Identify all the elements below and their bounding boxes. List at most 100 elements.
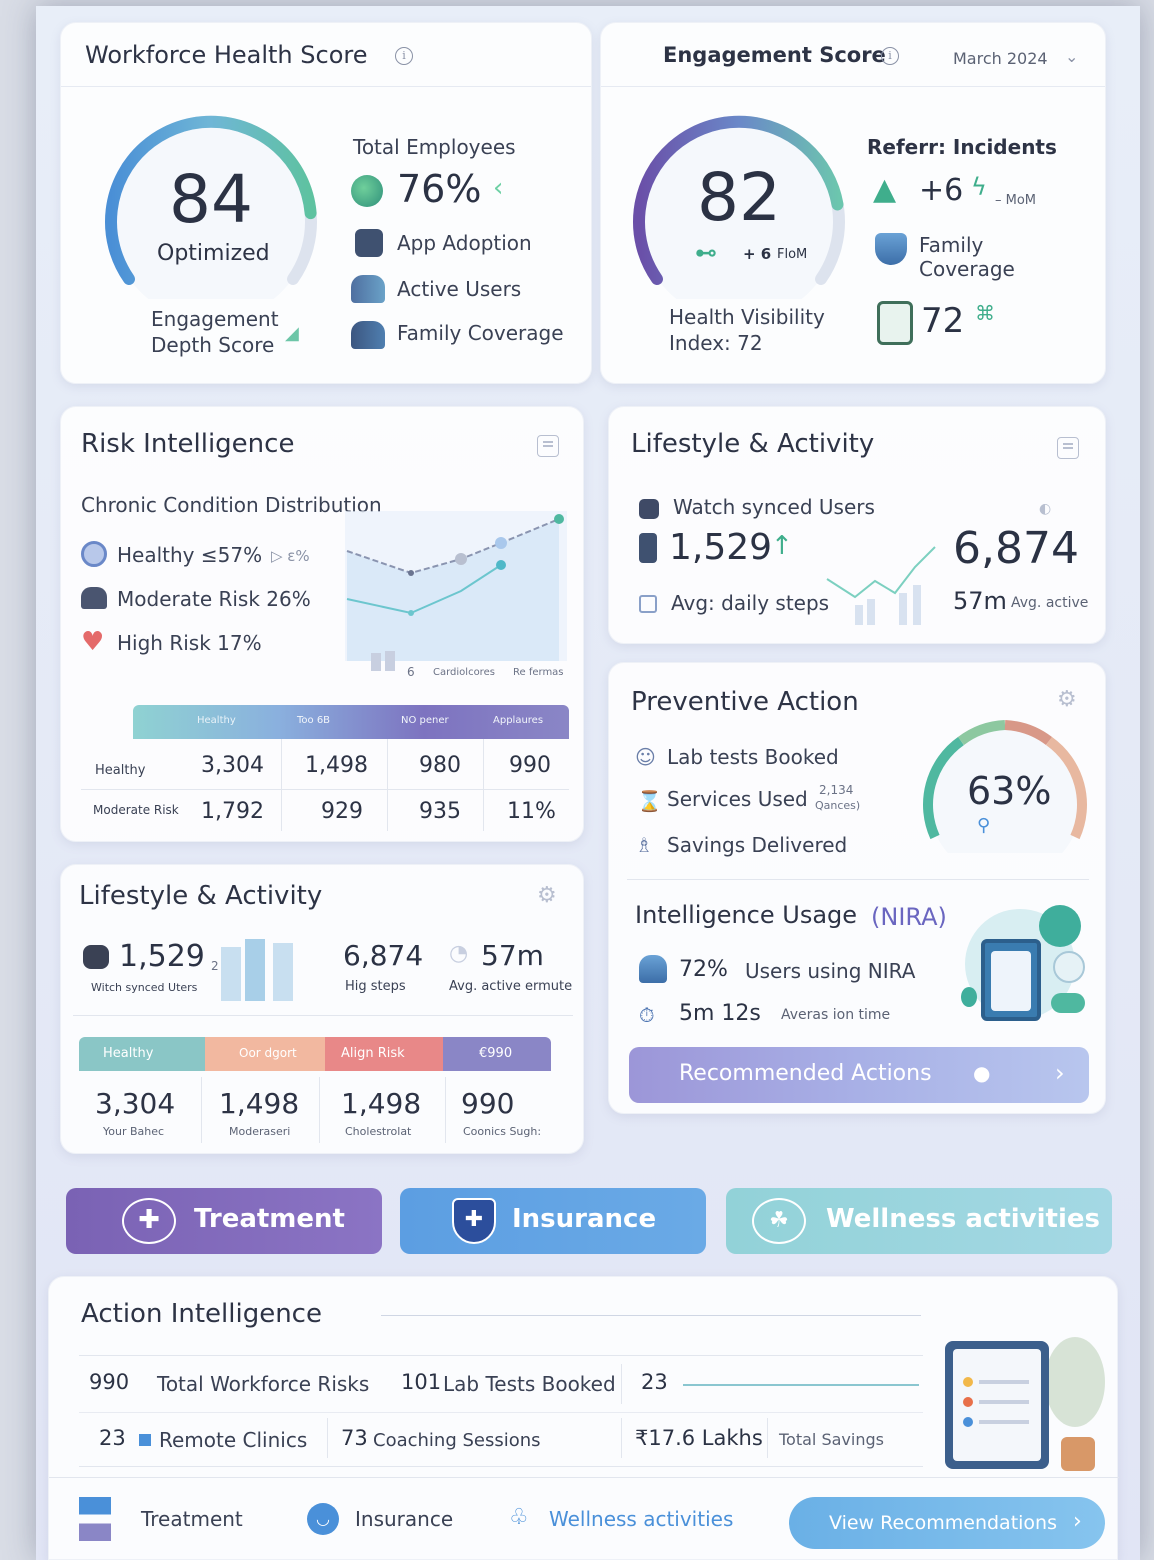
index-value: 72 (921, 301, 965, 341)
dumbbell-icon: ⊷ (695, 241, 717, 266)
recommended-actions-label: Recommended Actions (679, 1061, 932, 1086)
metric-value: 23 (99, 1426, 126, 1450)
trend-point (496, 560, 506, 570)
table-header: Oor dgort (239, 1046, 297, 1060)
phone-icon (639, 533, 657, 563)
family-coverage-line2: Coverage (919, 257, 1015, 281)
chart-axis-label: Cardiolcores (433, 667, 495, 678)
square-icon (139, 1434, 151, 1446)
chart-axis-label: Re fermas (513, 667, 564, 678)
savings-delivered-label: Savings Delivered (667, 833, 848, 857)
medical-kit-icon: ✚ (122, 1198, 176, 1244)
metric-label: Remote Clinics (159, 1428, 308, 1452)
nira-users-pct: 72% (679, 957, 728, 982)
people-icon (81, 587, 107, 609)
hourglass-icon: ⌛ (637, 789, 662, 813)
row-name: Moderate Risk (93, 803, 179, 817)
nira-session-label: Averas ion time (781, 1007, 891, 1023)
metric-label: Lab Tests Booked (443, 1372, 616, 1396)
metric-value: 73 (341, 1426, 368, 1450)
wellness-tab-button[interactable]: ☘ Wellness activities (726, 1188, 1112, 1254)
table-cell: 1,498 (305, 753, 368, 778)
menu-icon[interactable] (1057, 437, 1079, 459)
progress-rule (683, 1384, 919, 1386)
table-header: Healthy (197, 715, 236, 726)
user-badge-icon (877, 301, 913, 345)
chevron-right-icon: › (1073, 1509, 1082, 1534)
lifestyle-card-top: Lifestyle & Activity Watch synced Users … (608, 406, 1106, 644)
footer-insurance-link[interactable]: Insurance (355, 1507, 453, 1531)
risk-intelligence-card: Risk Intelligence Chronic Condition Dist… (60, 406, 584, 842)
section-divider (627, 879, 1089, 880)
trend-point (554, 514, 564, 524)
table-caption: Coonics Sugh: (463, 1125, 542, 1138)
watch-icon (639, 499, 659, 519)
divider (767, 1418, 768, 1458)
referr-incidents-title: Referr: Incidents (867, 135, 1057, 159)
heart-icon: ♥ (81, 627, 105, 657)
active-minutes-label: Avg. active ermute (449, 979, 573, 994)
watch-icon: ◐ (1039, 501, 1052, 517)
footer-wellness-link[interactable]: Wellness activities (549, 1507, 733, 1531)
table-caption: Your Bahec (103, 1125, 165, 1138)
view-recommendations-button[interactable]: View Recommendations › (789, 1497, 1105, 1549)
recommended-actions-button[interactable]: Recommended Actions ● › (629, 1047, 1089, 1103)
divider (621, 1364, 622, 1404)
preventive-action-card: Preventive Action ⚙ ☺ Lab tests Booked ⌛… (608, 662, 1106, 1114)
nira-session-time: 5m 12s (679, 1001, 761, 1026)
trend-point (408, 570, 414, 576)
app-adoption-icon (355, 229, 383, 257)
engagement-delta: + 6 (743, 245, 772, 263)
services-note: 2,134 (819, 783, 854, 797)
watch-synced-label: Watch synced Users (673, 495, 875, 519)
activity-bars (221, 939, 293, 1001)
footer-treatment-link[interactable]: Treatment (141, 1507, 243, 1531)
referr-unit: – MoM (995, 193, 1037, 208)
shield-heart-icon (875, 233, 907, 265)
treatment-tab-button[interactable]: ✚ Treatment (66, 1188, 382, 1254)
chevron-down-icon[interactable]: ⌄ (1065, 47, 1078, 66)
active-minutes-label: Avg. active (1011, 595, 1089, 611)
table-cell: 3,304 (201, 753, 264, 778)
table-header: Align Risk (341, 1046, 405, 1061)
risk-trend-chart (345, 511, 567, 671)
table-caption: Cholestrolat (345, 1125, 412, 1138)
menu-icon[interactable] (537, 435, 559, 457)
insurance-tab-button[interactable]: ✚ Insurance (400, 1188, 706, 1254)
pin-icon: ⌘ (975, 301, 995, 325)
table-cell: 1,498 (219, 1087, 300, 1120)
metric-value: 101 (401, 1370, 442, 1394)
wellness-icon: ☘ (752, 1198, 806, 1244)
shield-icon: ✚ (452, 1198, 496, 1244)
risk-title: Risk Intelligence (81, 429, 295, 459)
lab-tests-label: Lab tests Booked (667, 745, 839, 769)
app-adoption-label: App Adoption (397, 231, 532, 255)
row-divider (81, 789, 569, 790)
engagement-score: 82 (697, 159, 781, 236)
action-intelligence-card: Action Intelligence 990 Total Workforce … (48, 1276, 1119, 1560)
bolt-icon: ϟ (971, 173, 987, 201)
runner-icon: ⚲ (977, 815, 991, 836)
month-select[interactable]: March 2024 (953, 49, 1048, 68)
arrow-left-icon: ‹ (493, 173, 504, 203)
gear-icon[interactable]: ⚙ (1057, 687, 1077, 712)
nira-title-accent: (NIRA) (871, 903, 947, 931)
gear-icon[interactable]: ⚙ (537, 883, 557, 908)
info-icon[interactable]: i (395, 47, 413, 65)
workforce-score-label: Optimized (157, 241, 270, 266)
wellness-footer-icon: ♧ (509, 1505, 529, 1530)
referr-delta: +6 (919, 173, 964, 208)
active-minutes-value: 57m (481, 939, 544, 972)
metric-value: 990 (89, 1370, 130, 1394)
watch-synced-value: 1,529 (669, 527, 773, 568)
metric-value: ₹17.6 Lakhs (635, 1426, 763, 1450)
table-cell: 3,304 (95, 1087, 176, 1120)
engagement-score-card: Engagement Score i March 2024 ⌄ 82 ⊷ + 6… (600, 22, 1106, 384)
insurance-tab-label: Insurance (512, 1204, 657, 1234)
healthy-extra: ▷ ε% (271, 547, 310, 565)
row-name: Healthy (95, 763, 146, 778)
family-coverage-line1: Family (919, 233, 984, 257)
info-icon[interactable]: i (881, 47, 899, 65)
footer-divider (49, 1477, 1119, 1478)
people-icon: ♗ (635, 833, 653, 857)
